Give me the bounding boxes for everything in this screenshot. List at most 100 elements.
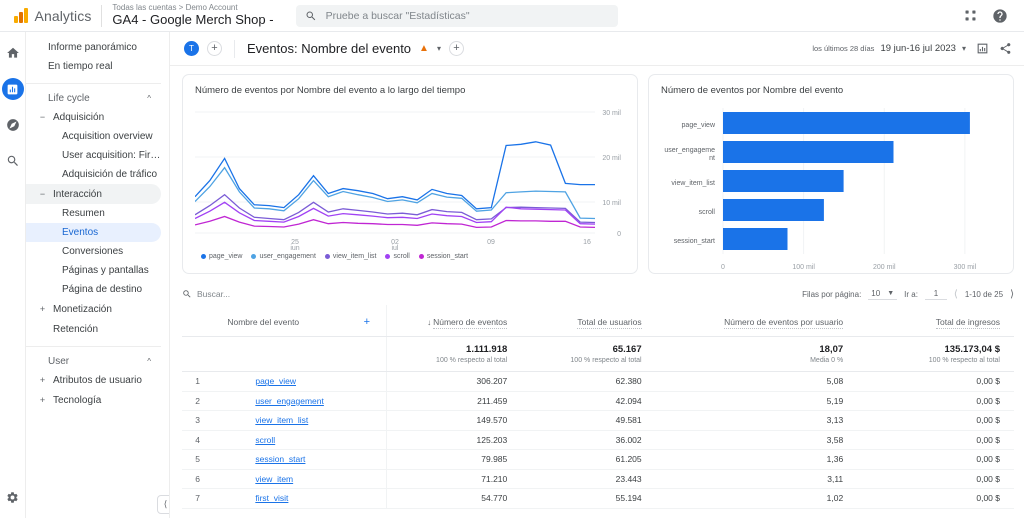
bar-3[interactable]	[723, 199, 824, 221]
rail-item-explore[interactable]	[2, 114, 24, 136]
share-icon[interactable]	[999, 42, 1012, 55]
sidebar-group-lifecycle[interactable]: Life cycle ^	[26, 83, 161, 105]
legend-dot	[418, 254, 424, 259]
legend-item-scroll[interactable]: scroll	[385, 253, 410, 260]
row-event-name: first_visit	[213, 488, 387, 509]
rail-item-reports[interactable]	[1, 78, 24, 100]
table-toolbar: Filas por página: 10 ▼ Ir a: 1 ⟨ 1-10 de…	[182, 283, 1014, 305]
goto-page-input[interactable]: 1	[924, 289, 947, 300]
table-row[interactable]: 3 view_item_list 149.570 49.581 3,13 0,00 $	[182, 410, 1014, 431]
line-chart: 010 mil20 mil30 mil 25jun02jul09 16	[195, 110, 621, 250]
event-name-link[interactable]: scroll	[255, 435, 275, 445]
bar-chart-card: Número de eventos por Nombre del evento …	[648, 74, 1014, 274]
line-series-page_view	[195, 141, 595, 210]
table-search-input[interactable]	[197, 289, 377, 299]
row-revenue: 0,00 $	[857, 391, 1014, 411]
table-row[interactable]: 1 page_view 306.207 62.380 5,08 0,00 $	[182, 371, 1014, 392]
legend-item-page-view[interactable]: page_view	[201, 253, 242, 260]
table-row[interactable]: 4 scroll 125.203 36.002 3,58 0,00 $	[182, 430, 1014, 450]
metric-header-label[interactable]: Número de eventos	[433, 317, 508, 329]
sidebar-item-eventos[interactable]: Eventos	[26, 223, 161, 242]
apps-grid-icon[interactable]	[963, 8, 978, 23]
metric-header-label[interactable]: Total de ingresos	[935, 317, 1000, 329]
x-axis-tick: 09	[487, 239, 495, 246]
bar-2[interactable]	[723, 170, 844, 192]
sidebar-item-retencion[interactable]: Retención	[26, 319, 161, 339]
event-name-link[interactable]: session_start	[255, 454, 305, 464]
table-row[interactable]: 7 first_visit 54.770 55.194 1,02 0,00 $	[182, 488, 1014, 509]
bar-1[interactable]	[723, 141, 894, 163]
table-head: Nombre del evento + ↓ Número de eventos T…	[182, 305, 1014, 337]
sidebar-item-atributos-de-usuario[interactable]: + Atributos de usuario	[26, 370, 161, 390]
dimension-header: Nombre del evento +	[213, 305, 387, 337]
sidebar-item-label: Atributos de usuario	[53, 374, 142, 386]
account-selector[interactable]: Todas las cuentas > Demo Account GA4 - G…	[112, 3, 273, 27]
dimension-header-label[interactable]: Nombre del evento	[227, 317, 299, 328]
rows-per-page-select[interactable]: 10 ▼	[868, 288, 898, 300]
sidebar-item-traffic-acquisition[interactable]: Adquisición de tráfico	[26, 165, 161, 184]
x-axis-tick: 0	[721, 264, 725, 270]
bar-0[interactable]	[723, 112, 970, 134]
legend-item-session-start[interactable]: session_start	[418, 253, 468, 260]
add-dimension-button[interactable]: +	[364, 316, 370, 328]
metric-header-label[interactable]: Número de eventos por usuario	[724, 317, 844, 329]
row-users: 23.443	[521, 469, 656, 489]
total-subtext: 100 % respecto al total	[570, 357, 642, 364]
sidebar-item-label: Tecnología	[53, 394, 102, 406]
next-page-button[interactable]: ⟩	[1010, 289, 1014, 300]
date-range-selector[interactable]: los últimos 28 días 19 jun-16 jul 2023 ▾	[812, 43, 966, 54]
event-name-link[interactable]: view_item_list	[255, 415, 308, 425]
sidebar-item-paginas-y-pantallas[interactable]: Páginas y pantallas	[26, 261, 161, 280]
sidebar-group-user[interactable]: User ^	[26, 346, 161, 368]
sidebar-item-pagina-de-destino[interactable]: Página de destino	[26, 280, 161, 299]
event-name-link[interactable]: user_engagement	[255, 396, 324, 406]
rows-per-page-value: 10	[871, 288, 881, 298]
collapse-panel-icon[interactable]: ⟨	[157, 495, 169, 514]
total-value: 135.173,04 $	[944, 344, 1000, 355]
event-name-link[interactable]: first_visit	[255, 493, 288, 503]
legend-item-user-engagement[interactable]: user_engagement	[251, 253, 316, 260]
comparison-chip[interactable]: T	[184, 41, 199, 56]
chevron-down-icon[interactable]: ▾	[437, 44, 441, 53]
metric-header-label[interactable]: Total de usuarios	[577, 317, 642, 329]
sidebar-group-label: Life cycle	[48, 93, 90, 104]
sidebar-item-monetizacion[interactable]: + Monetización	[26, 299, 161, 319]
global-search[interactable]	[295, 4, 618, 27]
sidebar-item-realtime[interactable]: En tiempo real	[26, 57, 161, 76]
row-events-per-user: 5,19	[655, 391, 858, 411]
legend-item-view-item-list[interactable]: view_item_list	[324, 253, 376, 260]
row-events-per-user: 3,11	[655, 469, 858, 489]
previous-page-button[interactable]: ⟨	[954, 289, 958, 300]
rail-item-advertising[interactable]	[2, 150, 24, 172]
sidebar-item-overview[interactable]: Informe panorámico	[26, 38, 161, 57]
row-users: 49.581	[521, 410, 656, 431]
sidebar-item-interaccion[interactable]: − Interacción	[26, 184, 161, 204]
body: Informe panorámico En tiempo real Life c…	[0, 32, 1024, 518]
rail-item-home[interactable]	[2, 42, 24, 64]
sidebar-item-tecnologia[interactable]: + Tecnología	[26, 390, 161, 410]
table-row[interactable]: 6 view_item 71.210 23.443 3,11 0,00 $	[182, 469, 1014, 489]
sidebar-item-label: Eventos	[62, 227, 99, 238]
x-axis-tick: 16	[583, 239, 591, 246]
global-search-input[interactable]	[325, 9, 609, 22]
rail-item-settings[interactable]	[2, 486, 24, 508]
event-name-link[interactable]: view_item	[255, 474, 293, 484]
sidebar-navigation: Informe panorámico En tiempo real Life c…	[26, 32, 170, 518]
sidebar-item-conversiones[interactable]: Conversiones	[26, 242, 161, 261]
help-icon[interactable]	[992, 8, 1008, 24]
add-report-button[interactable]: +	[448, 41, 464, 56]
page-header: T + Eventos: Nombre del evento ▲ ▾ + los…	[170, 32, 1024, 66]
table-row[interactable]: 5 session_start 79.985 61.205 1,36 0,00 $	[182, 449, 1014, 470]
sidebar-item-adquisicion[interactable]: − Adquisición	[26, 107, 161, 127]
sidebar-item-resumen[interactable]: Resumen	[26, 204, 161, 223]
edit-comparison-icon[interactable]	[976, 42, 989, 55]
add-comparison-button[interactable]: +	[207, 41, 222, 56]
table-row[interactable]: 2 user_engagement 211.459 42.094 5,19 0,00 $	[182, 391, 1014, 411]
bar-4[interactable]	[723, 228, 788, 250]
table-search[interactable]	[182, 289, 796, 299]
line-chart-card: Número de eventos por Nombre del evento …	[182, 74, 638, 274]
warning-triangle-icon[interactable]: ▲	[419, 43, 429, 54]
sidebar-item-user-acquisition[interactable]: User acquisition: First user ...	[26, 146, 161, 165]
sidebar-item-acquisition-overview[interactable]: Acquisition overview	[26, 127, 161, 146]
event-name-link[interactable]: page_view	[255, 376, 296, 386]
